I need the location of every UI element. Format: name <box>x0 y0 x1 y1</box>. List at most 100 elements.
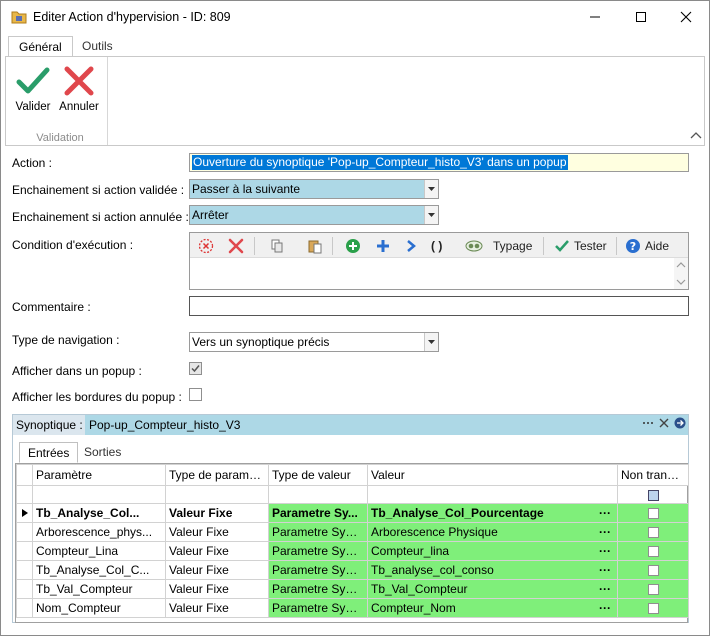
value-type-cell[interactable]: Parametre Syno... <box>268 598 368 618</box>
non-transmis-cell[interactable] <box>617 541 689 561</box>
table-row[interactable]: Tb_Val_Compteur Valeur Fixe Parametre Sy… <box>16 579 689 599</box>
add-button[interactable] <box>375 236 391 256</box>
condition-editor[interactable]: ( ) Typage Tester ? Aide <box>189 232 689 290</box>
param-type-cell[interactable]: Valeur Fixe <box>165 560 269 580</box>
non-transmis-checkbox[interactable] <box>647 546 659 558</box>
tester-button[interactable]: Tester <box>554 236 607 256</box>
column-header-type-parametre[interactable]: Type de paramètre <box>165 464 269 486</box>
value-cell[interactable]: Tb_analyse_col_conso ··· <box>367 560 618 580</box>
minimize-button[interactable] <box>572 1 618 33</box>
filter-cell[interactable] <box>617 485 689 504</box>
on-cancel-select[interactable]: Arrêter <box>189 205 439 225</box>
param-type-cell[interactable]: Valeur Fixe <box>165 503 269 523</box>
param-cell[interactable]: Tb_Analyse_Col_C... <box>32 560 166 580</box>
ellipsis-button[interactable]: ··· <box>599 582 611 596</box>
go-arrow-icon[interactable] <box>674 417 686 429</box>
tab-general[interactable]: Général <box>8 36 73 57</box>
cancel-button[interactable]: Annuler <box>56 61 102 115</box>
param-type-cell[interactable]: Valeur Fixe <box>165 579 269 599</box>
param-type-cell[interactable]: Valeur Fixe <box>165 598 269 618</box>
paste-button[interactable] <box>307 236 323 256</box>
dropdown-arrow[interactable] <box>424 206 438 224</box>
filter-cell[interactable] <box>268 485 368 504</box>
value-cell[interactable]: Tb_Analyse_Col_Pourcentage ··· <box>367 503 618 523</box>
filter-cell[interactable] <box>165 485 269 504</box>
value-cell[interactable]: Arborescence Physique ··· <box>367 522 618 542</box>
ellipsis-button[interactable]: ··· <box>599 544 611 558</box>
value-type-cell[interactable]: Parametre Syno... <box>268 522 368 542</box>
borders-checkbox[interactable] <box>189 388 202 401</box>
help-button[interactable]: ? Aide <box>625 236 669 256</box>
column-header-valeur[interactable]: Valeur <box>367 464 618 486</box>
next-button[interactable] <box>405 236 417 256</box>
dropdown-arrow[interactable] <box>424 333 438 351</box>
non-transmis-checkbox[interactable] <box>647 584 659 596</box>
copy-button[interactable] <box>269 236 285 256</box>
close-button[interactable] <box>663 1 709 33</box>
column-header-parametre[interactable]: Paramètre <box>32 464 166 486</box>
add-circle-button[interactable] <box>345 236 361 256</box>
title-bar: Editer Action d'hypervision - ID: 809 <box>1 1 709 33</box>
param-cell[interactable]: Nom_Compteur <box>32 598 166 618</box>
table-row[interactable]: Tb_Analyse_Col... Valeur Fixe Parametre … <box>16 503 689 523</box>
param-cell[interactable]: Compteur_Lina <box>32 541 166 561</box>
value-cell[interactable]: Compteur_Nom ··· <box>367 598 618 618</box>
param-cell[interactable]: Tb_Analyse_Col... <box>32 503 166 523</box>
non-transmis-cell[interactable] <box>617 522 689 542</box>
non-transmis-cell[interactable] <box>617 598 689 618</box>
value-cell[interactable]: Tb_Val_Compteur ··· <box>367 579 618 599</box>
typage-button[interactable]: Typage <box>465 236 532 256</box>
param-cell[interactable]: Arborescence_phys... <box>32 522 166 542</box>
filter-checkbox[interactable] <box>647 489 659 501</box>
column-header-non-transmis[interactable]: Non transmis <box>617 464 689 486</box>
non-transmis-cell[interactable] <box>617 560 689 580</box>
filter-cell[interactable] <box>367 485 618 504</box>
delete-condition-button[interactable] <box>228 236 244 256</box>
chevron-right-icon <box>407 240 416 252</box>
clear-icon[interactable] <box>658 417 670 429</box>
non-transmis-checkbox[interactable] <box>647 508 659 520</box>
clear-condition-button[interactable] <box>198 236 214 256</box>
cancel-label: Annuler <box>59 101 99 113</box>
on-valid-select[interactable]: Passer à la suivante <box>189 179 439 199</box>
synoptique-selector[interactable]: Pop-up_Compteur_histo_V3 <box>85 415 688 435</box>
non-transmis-cell[interactable] <box>617 503 689 523</box>
ellipsis-button[interactable]: ··· <box>599 563 611 577</box>
value-type-cell[interactable]: Parametre Syno... <box>268 579 368 599</box>
column-header-type-valeur[interactable]: Type de valeur <box>268 464 368 486</box>
param-type-cell[interactable]: Valeur Fixe <box>165 522 269 542</box>
ellipsis-button[interactable]: ··· <box>599 601 611 615</box>
non-transmis-checkbox[interactable] <box>647 603 659 615</box>
collapse-ribbon-icon[interactable] <box>690 130 702 140</box>
nav-type-select[interactable]: Vers un synoptique précis <box>189 332 439 352</box>
tab-sorties[interactable]: Sorties <box>76 442 129 463</box>
ellipsis-button[interactable]: ··· <box>599 506 611 520</box>
value-type-cell[interactable]: Parametre Sy... <box>268 503 368 523</box>
table-row[interactable]: Compteur_Lina Valeur Fixe Parametre Syno… <box>16 541 689 561</box>
condition-scrollbar[interactable] <box>674 258 688 289</box>
non-transmis-checkbox[interactable] <box>647 565 659 577</box>
param-cell[interactable]: Tb_Val_Compteur <box>32 579 166 599</box>
comment-field[interactable] <box>189 296 689 316</box>
value-type-cell[interactable]: Parametre Syno... <box>268 541 368 561</box>
value-cell[interactable]: Compteur_lina ··· <box>367 541 618 561</box>
ellipsis-button[interactable]: ··· <box>599 525 611 539</box>
value-type-cell[interactable]: Parametre Syno... <box>268 560 368 580</box>
param-type-cell[interactable]: Valeur Fixe <box>165 541 269 561</box>
popup-checkbox[interactable] <box>189 362 202 375</box>
dropdown-arrow[interactable] <box>424 180 438 198</box>
table-row[interactable]: Tb_Analyse_Col_C... Valeur Fixe Parametr… <box>16 560 689 580</box>
action-field[interactable]: Ouverture du synoptique 'Pop-up_Compteur… <box>189 153 689 172</box>
table-row[interactable]: Nom_Compteur Valeur Fixe Parametre Syno.… <box>16 598 689 618</box>
filter-cell[interactable] <box>32 485 166 504</box>
more-icon[interactable] <box>642 417 654 429</box>
on-cancel-label: Enchainement si action annulée : <box>12 210 189 224</box>
validate-button[interactable]: Valider <box>10 61 56 115</box>
table-row[interactable]: Arborescence_phys... Valeur Fixe Paramet… <box>16 522 689 542</box>
tab-outils[interactable]: Outils <box>72 36 123 57</box>
maximize-button[interactable] <box>618 1 664 33</box>
non-transmis-checkbox[interactable] <box>647 527 659 539</box>
non-transmis-cell[interactable] <box>617 579 689 599</box>
parentheses-button[interactable]: ( ) <box>431 236 442 256</box>
tab-entrees[interactable]: Entrées <box>19 442 79 463</box>
